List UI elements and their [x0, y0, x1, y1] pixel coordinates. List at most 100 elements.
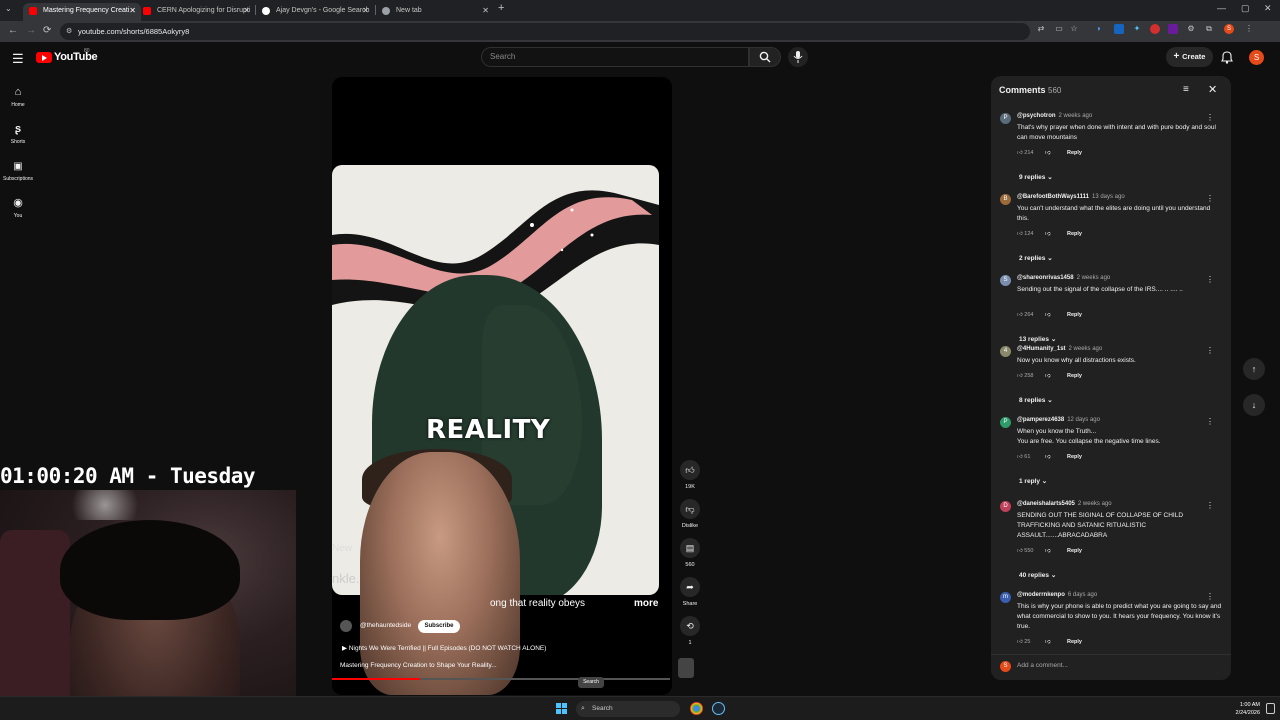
bookmark-star-icon[interactable]: ☆ [1069, 24, 1079, 34]
comment-dislike-button[interactable]: 👎︎ [1045, 639, 1067, 645]
chrome-taskbar-icon[interactable] [690, 702, 703, 715]
browser-menu-icon[interactable]: ⋮ [1244, 24, 1254, 34]
comment-like-button[interactable]: 👍︎ 61 [1017, 454, 1045, 460]
guide-item-you[interactable]: ◉ You [0, 193, 36, 219]
view-replies-button[interactable]: 2 replies ⌄ [1019, 254, 1053, 262]
comment-like-button[interactable]: 👍︎ 550 [1017, 548, 1045, 554]
comment-avatar[interactable]: D [1000, 501, 1011, 512]
comments-button[interactable]: ▤ 560 [677, 538, 703, 568]
translate-icon[interactable]: ⇄ [1036, 24, 1046, 34]
comment-dislike-button[interactable]: 👎︎ [1045, 373, 1067, 379]
extension-purple-icon[interactable] [1168, 24, 1178, 34]
guide-item-subscriptions[interactable]: ▣ Subscriptions [0, 156, 36, 182]
comment-like-button[interactable]: 👍︎ 124 [1017, 231, 1045, 237]
comment-author[interactable]: @shareonrivas1458 2 weeks ago [1017, 275, 1110, 281]
comment-menu-icon[interactable]: ⋮ [1206, 194, 1214, 203]
previous-short-button[interactable]: ↑ [1243, 358, 1265, 380]
comment-menu-icon[interactable]: ⋮ [1206, 417, 1214, 426]
sound-thumbnail[interactable] [678, 658, 694, 678]
comment-reply-button[interactable]: Reply [1067, 548, 1082, 554]
reload-icon[interactable]: ⟳ [43, 25, 51, 36]
view-replies-button[interactable]: 40 replies ⌄ [1019, 571, 1056, 579]
search-input[interactable]: Search [481, 47, 749, 67]
guide-item-shorts[interactable]: ʂ Shorts [0, 119, 36, 145]
comment-like-button[interactable]: 👍︎ 258 [1017, 373, 1045, 379]
extension-cyan-icon[interactable]: ✦ [1132, 24, 1142, 34]
system-clock[interactable]: 1:00 AM 2/24/2026 [1222, 701, 1260, 717]
minimize-icon[interactable]: — [1217, 3, 1226, 13]
window-close-icon[interactable]: ✕ [1264, 3, 1272, 14]
progress-bar[interactable] [332, 678, 670, 680]
comment-like-button[interactable]: 👍︎ 214 [1017, 150, 1045, 156]
comment-reply-button[interactable]: Reply [1067, 454, 1082, 460]
comment-menu-icon[interactable]: ⋮ [1206, 275, 1214, 284]
comment-dislike-button[interactable]: 👎︎ [1045, 150, 1067, 156]
view-replies-button[interactable]: 8 replies ⌄ [1019, 396, 1053, 404]
comment-author[interactable]: @4Humanity_1st 2 weeks ago [1017, 346, 1102, 352]
new-tab-plus-icon[interactable]: + [498, 2, 504, 14]
comment-author[interactable]: @BarefootBothWays1111 13 days ago [1017, 194, 1125, 200]
comment-like-button[interactable]: 👍︎ 25 [1017, 639, 1045, 645]
tab-close-icon[interactable]: ✕ [482, 3, 489, 18]
subscribe-button[interactable]: Subscribe [418, 620, 460, 633]
comment-avatar[interactable]: S [1000, 275, 1011, 286]
comment-reply-button[interactable]: Reply [1067, 231, 1082, 237]
account-avatar[interactable]: S [1249, 50, 1264, 65]
comment-dislike-button[interactable]: 👎︎ [1045, 548, 1067, 554]
comment-dislike-button[interactable]: 👎︎ [1045, 454, 1067, 460]
channel-avatar[interactable] [340, 620, 352, 632]
tab-search-icon[interactable]: ⌄ [5, 4, 12, 13]
forward-icon[interactable]: → [26, 25, 36, 36]
tab-google-search[interactable]: Ajay Devgn's - Google Search ✕ [256, 3, 374, 21]
comment-avatar[interactable]: P [1000, 417, 1011, 428]
remix-button[interactable]: ⟲ 1 [677, 616, 703, 646]
comment-author[interactable]: @moderrnkenpo 6 days ago [1017, 592, 1097, 598]
notifications-bell-icon[interactable] [1221, 51, 1233, 64]
comment-menu-icon[interactable]: ⋮ [1206, 346, 1214, 355]
maximize-icon[interactable]: ▢ [1241, 3, 1250, 14]
sort-icon[interactable]: ≡ [1183, 84, 1189, 95]
comment-author[interactable]: @psychotron 2 weeks ago [1017, 113, 1092, 119]
cast-icon[interactable]: ▭ [1054, 24, 1064, 34]
site-info-icon[interactable]: ⚙ [66, 23, 72, 40]
comment-reply-button[interactable]: Reply [1067, 639, 1082, 645]
comment-menu-icon[interactable]: ⋮ [1206, 592, 1214, 601]
taskbar-search[interactable]: ⌕ Search [576, 701, 680, 717]
voice-search-button[interactable] [788, 47, 808, 67]
comment-like-button[interactable]: 👍︎ 264 [1017, 312, 1045, 318]
more-link[interactable]: more [634, 598, 658, 609]
extension-audio-icon[interactable]: ◗ [1094, 24, 1104, 34]
steam-taskbar-icon[interactable] [712, 702, 725, 715]
comment-avatar[interactable]: 4 [1000, 346, 1011, 357]
comment-reply-button[interactable]: Reply [1067, 373, 1082, 379]
menu-icon[interactable]: ☰ [12, 51, 24, 67]
comment-menu-icon[interactable]: ⋮ [1206, 501, 1214, 510]
dislike-button[interactable]: 👎︎ Dislike [677, 499, 703, 529]
add-comment-field[interactable]: S Add a comment... [991, 654, 1231, 676]
comment-avatar[interactable]: P [1000, 113, 1011, 124]
comment-avatar[interactable]: B [1000, 194, 1011, 205]
start-button[interactable] [556, 703, 568, 715]
close-icon[interactable]: ✕ [1208, 83, 1217, 96]
channel-name[interactable]: @thehauntedside [360, 622, 411, 629]
shorts-player[interactable]: REALITY New nkle. ong that reality obeys… [332, 77, 672, 695]
comment-dislike-button[interactable]: 👎︎ [1045, 312, 1067, 318]
tab-cern[interactable]: CERN Apologizing for Disrupti ✕ [137, 3, 255, 21]
view-replies-button[interactable]: 13 replies ⌄ [1019, 335, 1056, 343]
tab-close-icon[interactable]: ✕ [362, 3, 369, 18]
like-button[interactable]: 👍︎ 19K [677, 460, 703, 490]
comment-reply-button[interactable]: Reply [1067, 150, 1082, 156]
comment-dislike-button[interactable]: 👎︎ [1045, 231, 1067, 237]
notification-icon[interactable] [1266, 703, 1275, 714]
extension-red-icon[interactable] [1150, 24, 1160, 34]
create-button[interactable]: + Create [1166, 47, 1213, 67]
tab-close-icon[interactable]: ✕ [243, 3, 250, 18]
url-field[interactable]: ⚙ youtube.com/shorts/6885Aokyry8 [60, 23, 1030, 40]
extension-blue-icon[interactable] [1114, 24, 1124, 34]
share-button[interactable]: ➦ Share [677, 577, 703, 607]
comment-author[interactable]: @daneishalarts5405 2 weeks ago [1017, 501, 1112, 507]
extension-gear-icon[interactable]: ⚙ [1186, 24, 1196, 34]
comment-menu-icon[interactable]: ⋮ [1206, 113, 1214, 122]
tab-close-icon[interactable]: ✕ [129, 3, 136, 18]
comment-reply-button[interactable]: Reply [1067, 312, 1082, 318]
